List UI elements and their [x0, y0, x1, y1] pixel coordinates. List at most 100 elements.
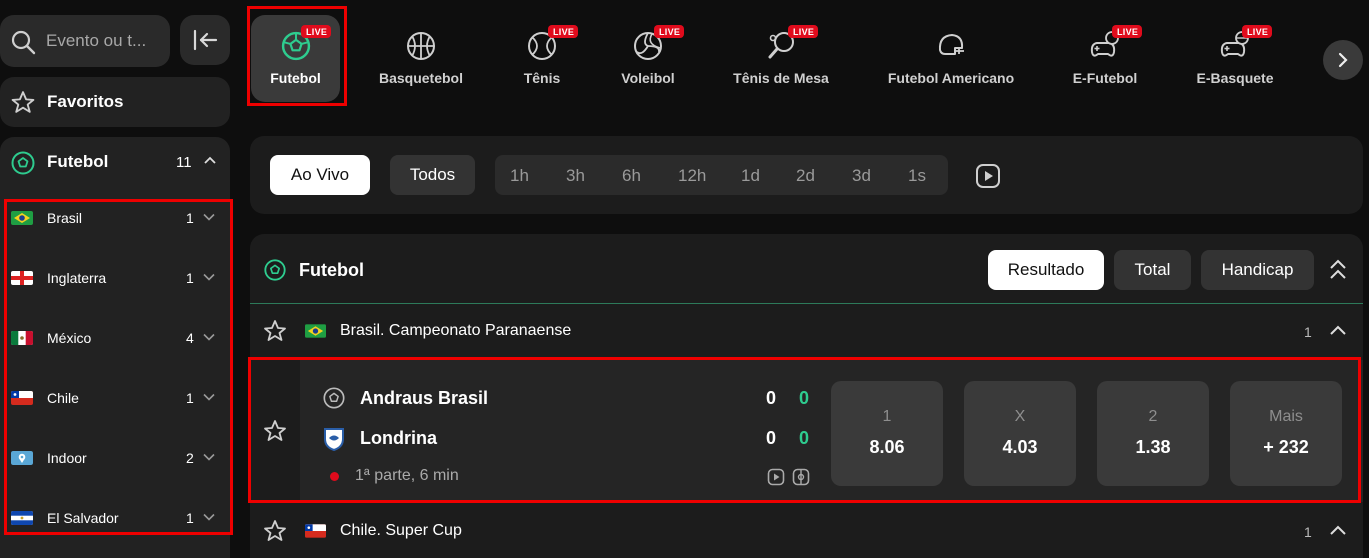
chevron-down-icon — [203, 393, 215, 401]
filter-todos-button[interactable]: Todos — [390, 155, 475, 195]
filter-ao-vivo-button[interactable]: Ao Vivo — [270, 155, 370, 195]
flag-mexico-icon — [11, 331, 33, 345]
match-row[interactable]: Andraus Brasil Londrina 0 0 0 0 1ª parte… — [250, 360, 1363, 502]
video-play-icon[interactable] — [975, 163, 1001, 189]
scroll-right-button[interactable] — [1323, 40, 1363, 80]
sport-tab-label: Futebol — [270, 70, 321, 86]
market-total-button[interactable]: Total — [1114, 250, 1191, 290]
search-box[interactable] — [0, 15, 170, 67]
search-icon — [10, 29, 36, 55]
panel-header: Futebol Resultado Total Handicap — [250, 234, 1363, 304]
time-12h-button[interactable]: 12h — [678, 166, 706, 186]
sport-tab-label: Futebol Americano — [887, 70, 1015, 86]
sidebar-item-el-salvador[interactable]: El Salvador 1 — [0, 487, 230, 547]
chevron-down-icon — [203, 213, 215, 221]
league-name: Chile. Super Cup — [340, 522, 462, 539]
location-pin-icon — [11, 451, 33, 465]
live-badge: LIVE — [1112, 25, 1143, 38]
flag-brazil-icon — [11, 211, 33, 225]
sport-tab-label: Basquetebol — [378, 70, 463, 86]
country-name: Inglaterra — [47, 270, 107, 286]
sport-tab-basquetebol[interactable]: Basquetebol — [375, 15, 467, 102]
flag-chile-icon — [11, 391, 33, 405]
away-sub-score: 0 — [799, 428, 810, 448]
star-icon — [10, 90, 36, 115]
video-play-icon[interactable] — [767, 468, 785, 486]
collapse-sidebar-button[interactable] — [180, 15, 230, 65]
market-handicap-button[interactable]: Handicap — [1201, 250, 1314, 290]
sidebar-sport-label: Futebol — [47, 152, 109, 171]
sport-tab-label: Voleibol — [621, 70, 675, 86]
favorites-item[interactable]: Favoritos — [0, 77, 230, 127]
sidebar-item-mexico[interactable]: México 4 — [0, 307, 230, 367]
chevron-right-icon — [1337, 52, 1349, 68]
collapse-all-icon[interactable] — [1329, 259, 1347, 281]
star-icon[interactable] — [263, 419, 287, 443]
match-star-column — [250, 360, 300, 502]
league-row[interactable]: Brasil. Campeonato Paranaense 1 — [250, 306, 1363, 356]
odd-1-button[interactable]: 1 8.06 — [831, 381, 943, 486]
field-stats-icon[interactable] — [792, 468, 810, 486]
country-count: 1 — [186, 270, 194, 286]
odd-label: X — [1014, 408, 1026, 425]
live-dot — [330, 472, 339, 481]
away-team-name: Londrina — [360, 428, 437, 448]
live-badge: LIVE — [1242, 25, 1273, 38]
time-3d-button[interactable]: 3d — [852, 166, 871, 186]
sidebar-sport-count: 11 — [176, 154, 192, 171]
events-panel: Futebol Resultado Total Handicap Brasil.… — [250, 234, 1363, 558]
odd-value: 8.06 — [869, 437, 905, 457]
odd-x-button[interactable]: X 4.03 — [964, 381, 1076, 486]
live-badge: LIVE — [548, 25, 579, 38]
sidebar-item-brasil[interactable]: Brasil 1 — [0, 187, 230, 247]
panel-title: Futebol — [299, 260, 364, 280]
chevron-up-icon[interactable] — [1329, 324, 1347, 336]
sport-tab-tenis-de-mesa[interactable]: Tênis de Mesa LIVE — [730, 15, 832, 102]
away-score: 0 — [766, 428, 777, 448]
sport-tab-voleibol[interactable]: Voleibol LIVE — [612, 15, 685, 102]
time-3h-button[interactable]: 3h — [566, 166, 585, 186]
sport-tab-label: Tênis — [523, 70, 561, 86]
star-icon[interactable] — [263, 319, 287, 343]
basketball-icon — [405, 30, 437, 62]
sport-tab-futebol-americano[interactable]: Futebol Americano — [884, 15, 1018, 102]
time-2d-button[interactable]: 2d — [796, 166, 815, 186]
league-count: 1 — [1304, 324, 1312, 340]
more-markets-button[interactable]: Mais + 232 — [1230, 381, 1342, 486]
time-1s-button[interactable]: 1s — [908, 166, 926, 186]
odd-label: 1 — [882, 408, 892, 425]
sport-tab-e-futebol[interactable]: E-Futebol LIVE — [1068, 15, 1143, 102]
country-count: 1 — [186, 510, 194, 526]
sidebar-item-indoor[interactable]: Indoor 2 — [0, 427, 230, 487]
chevron-up-icon[interactable] — [1329, 524, 1347, 536]
sport-tab-e-basquete[interactable]: E-Basquete LIVE — [1193, 15, 1277, 102]
market-resultado-button[interactable]: Resultado — [988, 250, 1104, 290]
flag-el-salvador-icon — [11, 511, 33, 525]
country-name: México — [47, 330, 92, 346]
time-filters: Ao Vivo Todos 1h 3h 6h 12h 1d 2d 3d 1s — [250, 136, 1363, 214]
live-badge: LIVE — [654, 25, 685, 38]
league-row[interactable]: Chile. Super Cup 1 — [250, 506, 1363, 556]
sidebar-item-chile[interactable]: Chile 1 — [0, 367, 230, 427]
star-icon[interactable] — [263, 519, 287, 543]
home-score: 0 — [766, 388, 777, 408]
chevron-down-icon — [203, 273, 215, 281]
time-1h-button[interactable]: 1h — [510, 166, 529, 186]
country-name: El Salvador — [47, 510, 119, 526]
odd-2-button[interactable]: 2 1.38 — [1097, 381, 1209, 486]
sidebar-sport-futebol[interactable]: Futebol 11 Brasil 1 Inglaterra 1 México … — [0, 137, 230, 558]
chevron-down-icon — [203, 333, 215, 341]
match-status: 1ª parte, 6 min — [355, 467, 459, 484]
time-range-group: 1h 3h 6h 12h 1d 2d 3d 1s — [495, 155, 948, 195]
chevron-up-icon[interactable] — [203, 155, 217, 165]
collapse-left-icon — [192, 28, 218, 52]
time-1d-button[interactable]: 1d — [741, 166, 760, 186]
sidebar-item-inglaterra[interactable]: Inglaterra 1 — [0, 247, 230, 307]
time-6h-button[interactable]: 6h — [622, 166, 641, 186]
live-badge: LIVE — [301, 25, 332, 38]
sport-tab-tenis[interactable]: Tênis LIVE — [508, 15, 579, 102]
odd-value: 4.03 — [1002, 437, 1038, 457]
country-count: 1 — [186, 210, 194, 226]
sport-tab-futebol[interactable]: Futebol LIVE — [251, 15, 340, 102]
search-input[interactable] — [46, 28, 161, 54]
